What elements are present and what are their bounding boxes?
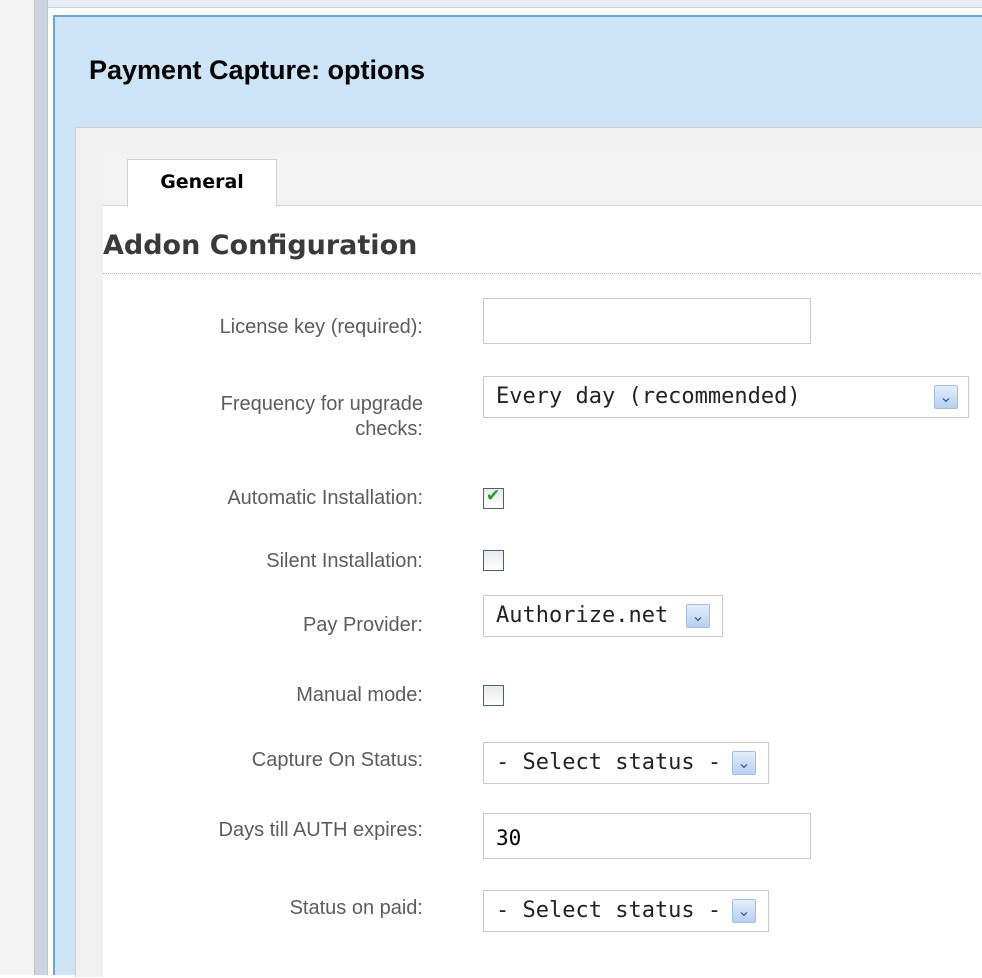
pay-provider-select[interactable]: Authorize.net ⌄ <box>483 595 723 637</box>
upgrade-frequency-label-line1: Frequency for upgrade <box>220 393 423 415</box>
manual-mode-label: Manual mode: <box>296 684 423 706</box>
days-till-auth-expires-label: Days till AUTH expires: <box>218 819 424 841</box>
silent-installation-checkbox[interactable] <box>483 550 504 571</box>
status-on-paid-label: Status on paid: <box>289 897 423 919</box>
capture-on-status-label: Capture On Status: <box>251 749 423 771</box>
chevron-down-icon[interactable]: ⌄ <box>732 899 756 923</box>
top-border <box>48 0 982 8</box>
upgrade-frequency-label-line2: checks: <box>355 418 423 440</box>
automatic-installation-label: Automatic Installation: <box>227 487 423 509</box>
manual-mode-checkbox[interactable] <box>483 685 504 706</box>
capture-on-status-select[interactable]: - Select status - ⌄ <box>483 742 769 784</box>
upgrade-frequency-value: Every day (recommended) <box>496 384 801 409</box>
section-divider <box>103 273 982 274</box>
section-title: Addon Configuration <box>103 230 418 261</box>
left-gutter <box>0 0 34 975</box>
silent-installation-label: Silent Installation: <box>266 550 423 572</box>
capture-on-status-value: - Select status - <box>496 750 722 775</box>
automatic-installation-checkbox[interactable]: ✔ <box>483 486 504 509</box>
options-dialog: Payment Capture: options General Addon C… <box>53 15 982 978</box>
upgrade-frequency-select[interactable]: Every day (recommended) ⌄ <box>483 376 969 418</box>
pay-provider-value: Authorize.net <box>496 603 669 628</box>
days-till-auth-expires-input[interactable]: 30 <box>483 813 811 859</box>
tab-bar: General <box>103 153 982 207</box>
dialog-body: General Addon Configuration License key … <box>75 127 982 978</box>
chevron-down-icon[interactable]: ⌄ <box>686 604 710 628</box>
chevron-down-icon[interactable]: ⌄ <box>732 751 756 775</box>
tab-general-label: General <box>160 171 244 193</box>
license-key-label: License key (required): <box>219 316 423 338</box>
window-scroll-edge <box>34 0 48 975</box>
pay-provider-label: Pay Provider: <box>302 614 423 636</box>
options-content: General Addon Configuration License key … <box>103 153 982 978</box>
dialog-title: Payment Capture: options <box>89 55 426 85</box>
checkmark-icon: ✔ <box>486 486 501 506</box>
tab-general[interactable]: General <box>127 159 277 207</box>
upgrade-frequency-label: Frequency for upgrade checks: <box>221 392 423 442</box>
license-key-input[interactable] <box>483 298 811 344</box>
chevron-down-icon[interactable]: ⌄ <box>934 385 958 409</box>
status-on-paid-select[interactable]: - Select status - ⌄ <box>483 890 769 932</box>
status-on-paid-value: - Select status - <box>496 898 722 923</box>
